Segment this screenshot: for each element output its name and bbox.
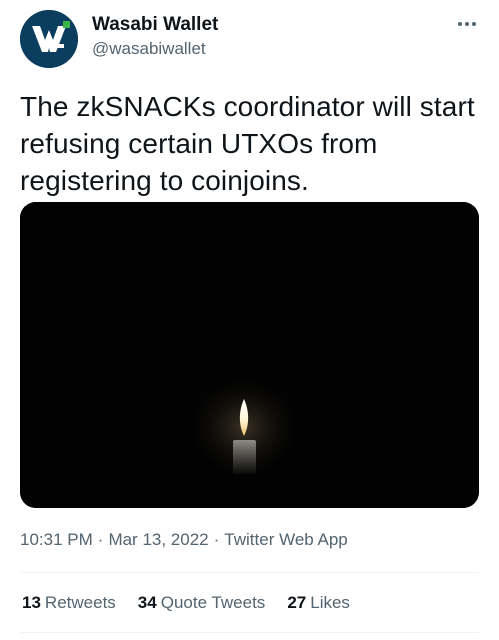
candle-image <box>20 202 479 508</box>
quote-tweets-stat[interactable]: 34 Quote Tweets <box>138 593 266 613</box>
tweet-meta: 10:31 PM · Mar 13, 2022 · Twitter Web App <box>20 530 348 550</box>
user-handle[interactable]: @wasabiwallet <box>92 39 206 59</box>
quote-tweets-label: Quote Tweets <box>160 593 266 612</box>
retweets-label: Retweets <box>44 593 116 612</box>
tweet-text: The zkSNACKs coordinator will start refu… <box>20 91 475 196</box>
more-dot-icon <box>465 22 469 26</box>
likes-stat[interactable]: 27 Likes <box>287 593 350 613</box>
tweet-date[interactable]: Mar 13, 2022 <box>108 530 208 549</box>
tweet-time[interactable]: 10:31 PM <box>20 530 93 549</box>
more-dot-icon <box>458 22 462 26</box>
tweet-detail: Wasabi Wallet @wasabiwallet The zkSNACKs… <box>0 0 499 640</box>
more-options-button[interactable] <box>454 14 480 34</box>
meta-separator: · <box>97 530 104 549</box>
tweet-stats: 13 Retweets 34 Quote Tweets 27 Likes <box>22 593 350 613</box>
meta-separator: · <box>213 530 220 549</box>
retweets-stat[interactable]: 13 Retweets <box>22 593 116 613</box>
avatar[interactable] <box>20 10 78 68</box>
retweets-count: 13 <box>22 593 41 612</box>
tweet-header: Wasabi Wallet @wasabiwallet <box>20 10 480 70</box>
likes-label: Likes <box>310 593 350 612</box>
quote-tweets-count: 34 <box>137 593 157 612</box>
divider <box>20 632 479 633</box>
wasabi-logo-icon <box>20 10 78 68</box>
tweet-source[interactable]: Twitter Web App <box>224 530 347 549</box>
more-dot-icon <box>472 22 476 26</box>
likes-count: 27 <box>287 593 307 612</box>
divider <box>20 572 479 573</box>
tweet-media-image[interactable] <box>20 202 479 508</box>
display-name[interactable]: Wasabi Wallet <box>92 14 218 36</box>
